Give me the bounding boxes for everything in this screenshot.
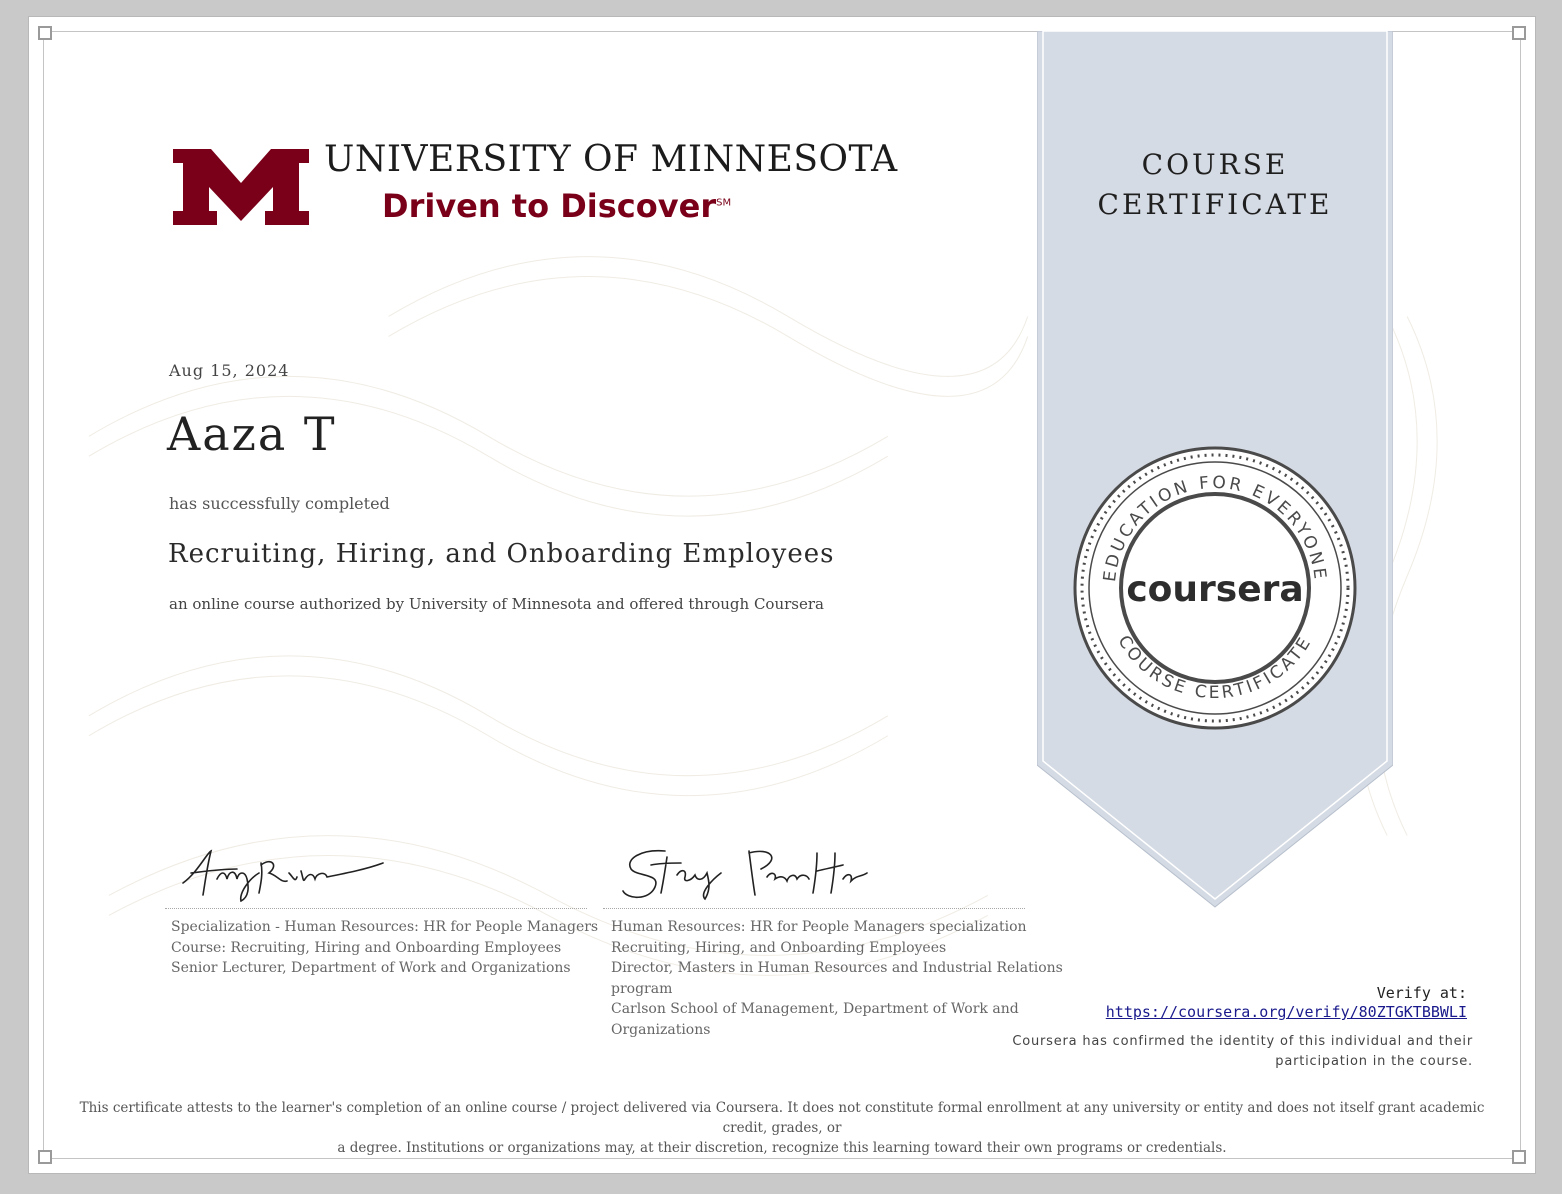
course-title: Recruiting, Hiring, and Onboarding Emplo… (168, 539, 835, 569)
signer-1-line: Senior Lecturer, Department of Work and … (171, 960, 571, 976)
confirm-line: Coursera has confirmed the identity of t… (1012, 1034, 1473, 1049)
ribbon-title-line1: COURSE (1141, 148, 1289, 181)
corner-ornament (38, 1150, 52, 1164)
signer-1-line: Specialization - Human Resources: HR for… (171, 919, 599, 935)
corner-ornament (38, 26, 52, 40)
seal-center-text: coursera (1126, 569, 1303, 610)
coursera-seal: EDUCATION FOR EVERYONE COURSE CERTIFICAT… (1073, 446, 1357, 730)
authorized-text: an online course authorized by Universit… (169, 595, 824, 613)
signer-1-line: Course: Recruiting, Hiring and Onboardin… (171, 939, 562, 956)
disclaimer-line: This certificate attests to the learner'… (79, 1100, 1485, 1136)
signature-1 (182, 849, 384, 903)
university-tagline: Driven to DiscoverSM (382, 187, 731, 225)
corner-ornament (1512, 1150, 1526, 1164)
corner-ornament (1512, 26, 1526, 40)
signer-2-line: program (611, 980, 673, 997)
service-mark: SM (716, 197, 732, 209)
tagline-text: Driven to Discover (382, 187, 717, 225)
university-name: UNIVERSITY OF MINNESOTA (324, 139, 898, 180)
identity-confirmation: Coursera has confirmed the identity of t… (953, 1032, 1473, 1072)
verify-block: Verify at: https://coursera.org/verify/8… (1106, 984, 1467, 1022)
verify-link[interactable]: https://coursera.org/verify/80ZTGKTBBWLI (1106, 1003, 1467, 1022)
signer-2-line: Human Resources: HR for People Managers … (611, 919, 1027, 935)
ribbon-title-line2: CERTIFICATE (1097, 188, 1333, 221)
signature-2 (622, 849, 868, 901)
learner-name: Aaza T (167, 407, 337, 461)
signature-divider (165, 908, 587, 909)
signer-2-details: Human Resources: HR for People Managers … (611, 917, 1063, 1040)
signer-1-details: Specialization - Human Resources: HR for… (171, 917, 598, 979)
disclaimer: This certificate attests to the learner'… (69, 1098, 1495, 1158)
confirm-line: participation in the course. (1275, 1054, 1473, 1069)
minnesota-m-logo (173, 149, 309, 225)
ribbon-title: COURSE CERTIFICATE (1037, 145, 1393, 225)
signer-2-line: Recruiting, Hiring, and Onboarding Emplo… (611, 939, 947, 956)
signature-divider (603, 908, 1025, 909)
disclaimer-line: a degree. Institutions or organizations … (337, 1140, 1227, 1156)
completed-text: has successfully completed (169, 494, 390, 513)
completion-date: Aug 15, 2024 (169, 361, 290, 380)
verify-label: Verify at: (1376, 984, 1467, 1002)
certificate-sheet: COURSE CERTIFICATE EDUCATION FOR EVERYON… (28, 16, 1536, 1174)
signer-2-line: Carlson School of Management, Department… (611, 1001, 1019, 1017)
signer-2-line: Director, Masters in Human Resources and… (611, 960, 1063, 976)
